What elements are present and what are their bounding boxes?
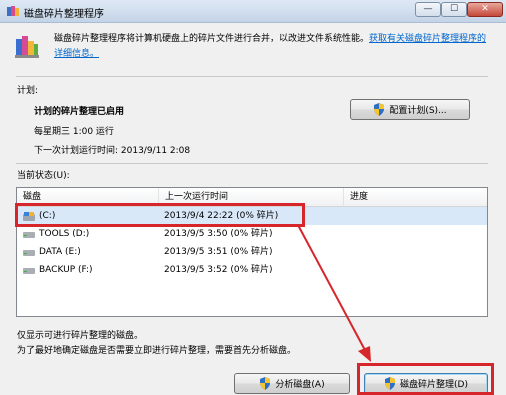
divider [16, 163, 488, 164]
window-title: 磁盘碎片整理程序 [24, 9, 104, 20]
next-run-time: 下一次计划运行时间: 2013/9/11 2:08 [34, 146, 191, 156]
disk-row-e[interactable]: DATA (E:) 2013/9/5 3:51 (0% 碎片) [17, 243, 487, 261]
defragment-disk-button[interactable]: 磁盘碎片整理(D) [364, 373, 488, 394]
disk-last-run: 2013/9/5 3:50 (0% 碎片) [164, 229, 273, 239]
defrag-app-icon [7, 6, 19, 16]
schedule-status: 计划的碎片整理已启用 [34, 107, 125, 117]
maximize-button[interactable]: ☐ [441, 2, 467, 17]
disk-last-run: 2013/9/5 3:52 (0% 碎片) [164, 265, 273, 275]
shield-icon [385, 377, 396, 390]
configure-schedule-button[interactable]: 配置计划(S)... [350, 99, 470, 120]
disk-row-d[interactable]: TOOLS (D:) 2013/9/5 3:50 (0% 碎片) [17, 225, 487, 243]
defragment-disk-label: 磁盘碎片整理(D) [400, 380, 468, 390]
schedule-frequency: 每星期三 1:00 运行 [34, 127, 114, 137]
system-drive-icon [23, 212, 35, 221]
disk-name: BACKUP (F:) [39, 265, 93, 275]
disk-row-c[interactable]: (C:) 2013/9/4 22:22 (0% 碎片) [17, 207, 487, 225]
column-disk[interactable]: 磁盘 [17, 188, 159, 206]
drive-icon [23, 268, 35, 274]
close-button[interactable]: ✕ [467, 2, 503, 17]
footer-note-1: 仅显示可进行碎片整理的磁盘。 [17, 331, 144, 341]
description-text: 磁盘碎片整理程序将计算机硬盘上的碎片文件进行合并，以改进文件系统性能。 [54, 34, 370, 44]
drive-icon [23, 232, 35, 238]
defrag-icon [15, 36, 39, 58]
shield-icon [374, 103, 385, 116]
disk-name: TOOLS (D:) [39, 229, 90, 239]
list-header: 磁盘 上一次运行时间 进度 [17, 188, 487, 207]
drive-icon [23, 250, 35, 256]
schedule-section-label: 计划: [17, 86, 39, 96]
disk-last-run: 2013/9/4 22:22 (0% 碎片) [164, 211, 279, 221]
shield-icon [260, 377, 271, 390]
disk-name: DATA (E:) [39, 247, 81, 257]
current-status-label: 当前状态(U): [17, 171, 70, 181]
header-description: 磁盘碎片整理程序将计算机硬盘上的碎片文件进行合并，以改进文件系统性能。获取有关磁… [54, 32, 494, 62]
column-last-run[interactable]: 上一次运行时间 [159, 188, 344, 206]
disk-last-run: 2013/9/5 3:51 (0% 碎片) [164, 247, 273, 257]
divider [16, 76, 488, 77]
disk-list[interactable]: 磁盘 上一次运行时间 进度 (C:) 2013/9/4 22:22 (0% 碎片… [16, 187, 488, 317]
column-progress[interactable]: 进度 [344, 188, 487, 206]
analyze-disk-label: 分析磁盘(A) [275, 380, 325, 390]
analyze-disk-button[interactable]: 分析磁盘(A) [234, 373, 350, 394]
footer-note-2: 为了最好地确定磁盘是否需要立即进行碎片整理，需要首先分析磁盘。 [17, 346, 297, 356]
configure-schedule-label: 配置计划(S)... [389, 106, 447, 116]
minimize-button[interactable]: — [415, 2, 441, 17]
disk-name: (C:) [39, 211, 56, 221]
title-bar: 磁盘碎片整理程序 — ☐ ✕ [0, 0, 506, 23]
disk-row-f[interactable]: BACKUP (F:) 2013/9/5 3:52 (0% 碎片) [17, 261, 487, 279]
